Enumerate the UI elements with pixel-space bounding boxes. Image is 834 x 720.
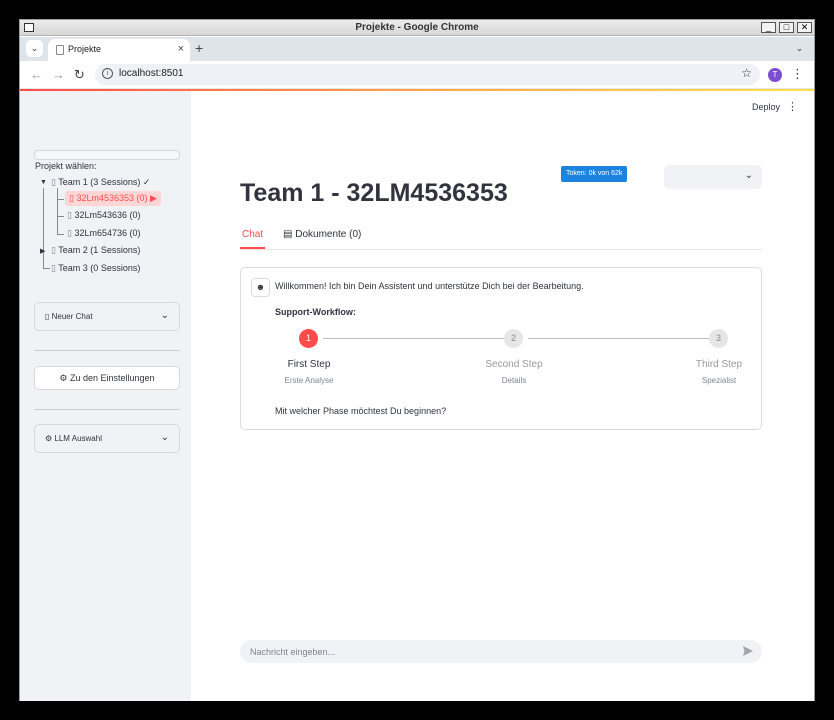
url-text[interactable]: localhost:8501 bbox=[119, 68, 184, 79]
settings-button[interactable]: ⚙ Zu den Einstellungen bbox=[34, 366, 180, 390]
chevron-down-icon: ⌄ bbox=[744, 170, 753, 181]
new-chat-expander[interactable]: ▯ Neuer Chat ⌄ bbox=[34, 302, 180, 331]
project-select-label: Projekt wählen: bbox=[35, 161, 97, 171]
tree-item-session2[interactable]: ▯ 32Lm543636 (0) bbox=[67, 210, 141, 221]
welcome-text: Willkommen! Ich bin Dein Assistent und u… bbox=[275, 281, 584, 291]
forward-arrow-icon[interactable]: → bbox=[52, 67, 65, 82]
active-tab-indicator bbox=[240, 247, 265, 249]
send-icon[interactable] bbox=[742, 645, 754, 657]
tree-connector bbox=[57, 199, 64, 200]
tree-item-session3[interactable]: ▯ 32Lm654736 (0) bbox=[67, 228, 141, 239]
tree-connector bbox=[43, 268, 50, 269]
step-3-circle[interactable]: 3 bbox=[709, 329, 728, 348]
tree-item-team1[interactable]: ▯ Team 1 (3 Sessions) ✓ bbox=[51, 177, 150, 188]
profile-avatar[interactable]: T bbox=[768, 68, 782, 82]
chat-message: ☻ Willkommen! Ich bin Dein Assistent und… bbox=[240, 267, 762, 430]
step-2-circle[interactable]: 2 bbox=[504, 329, 523, 348]
tab-chat[interactable]: Chat bbox=[242, 229, 263, 240]
llm-select-label: ⚙ LLM Auswahl bbox=[45, 434, 102, 443]
question-text: Mit welcher Phase möchtest Du beginnen? bbox=[275, 406, 447, 416]
content-tabs: Chat ▤ Dokumente (0) bbox=[240, 223, 762, 250]
step-connector bbox=[528, 338, 710, 339]
browser-toolbar: ← → ↻ i localhost:8501 ☆ T ⋮ bbox=[20, 61, 814, 89]
maximize-button[interactable]: □ bbox=[779, 22, 794, 33]
step-connector bbox=[323, 338, 506, 339]
tree-item-label: 32Lm543636 (0) bbox=[74, 210, 141, 220]
tree-connector bbox=[43, 188, 44, 268]
document-icon: ▯ bbox=[67, 228, 72, 238]
reload-icon[interactable]: ↻ bbox=[74, 67, 85, 83]
caret-right-icon[interactable]: ▶ bbox=[40, 247, 45, 255]
minimize-button[interactable]: _ bbox=[761, 22, 776, 33]
step-2-title: Second Step bbox=[485, 359, 543, 370]
chat-input-bar bbox=[240, 640, 762, 663]
site-info-icon[interactable]: i bbox=[102, 68, 113, 79]
chevron-down-icon: ⌄ bbox=[160, 432, 169, 443]
tree-item-team2[interactable]: ▯ Team 2 (1 Sessions) bbox=[51, 245, 140, 256]
tree-connector bbox=[57, 216, 64, 217]
deploy-button[interactable]: Deploy bbox=[752, 102, 780, 112]
window-title: Projekte - Google Chrome bbox=[355, 22, 479, 33]
new-chat-label: ▯ Neuer Chat bbox=[45, 312, 93, 321]
browser-menu-icon[interactable]: ⋮ bbox=[791, 66, 804, 82]
tree-item-team3[interactable]: ▯ Team 3 (0 Sessions) bbox=[51, 263, 140, 274]
close-tab-icon[interactable]: × bbox=[178, 43, 184, 55]
close-window-button[interactable]: ✕ bbox=[797, 22, 812, 33]
sidebar-search-field[interactable] bbox=[34, 150, 180, 160]
tab-documents-label: Dokumente (0) bbox=[295, 229, 362, 240]
main-content: Deploy ⋮ Token: 0k von 62k ⌄ Team 1 - 32… bbox=[191, 91, 814, 701]
new-tab-button[interactable]: + bbox=[195, 40, 203, 56]
page-title: Team 1 - 32LM4536353 bbox=[240, 179, 508, 207]
step-1-circle[interactable]: 1 bbox=[299, 329, 318, 348]
step-2-subtitle: Details bbox=[501, 376, 527, 385]
tab-list-dropdown[interactable]: ⌄ bbox=[791, 40, 808, 57]
folder-icon: ▯ bbox=[51, 263, 56, 273]
tree-item-session-selected[interactable]: ▯ 32Lm4536353 (0) ▶ bbox=[65, 191, 161, 206]
step-3-subtitle: Spezialist bbox=[701, 376, 737, 385]
folder-icon: ▯ bbox=[51, 177, 56, 187]
tab-documents[interactable]: ▤ Dokumente (0) bbox=[283, 229, 361, 240]
tab-strip: ⌄ Projekte × + ⌄ bbox=[20, 37, 814, 61]
step-1-subtitle: Erste Analyse bbox=[284, 376, 334, 385]
caret-down-icon[interactable]: ▼ bbox=[40, 179, 47, 186]
tree-connector bbox=[57, 234, 64, 235]
model-select[interactable]: ⌄ bbox=[664, 165, 762, 189]
llm-select-expander[interactable]: ⚙ LLM Auswahl ⌄ bbox=[34, 424, 180, 453]
back-arrow-icon[interactable]: ← bbox=[30, 67, 43, 82]
page-icon bbox=[56, 45, 64, 55]
tree-item-label: 32Lm4536353 (0) ▶ bbox=[76, 193, 157, 203]
address-bar[interactable]: i localhost:8501 ☆ bbox=[95, 64, 760, 85]
token-badge: Token: 0k von 62k bbox=[561, 166, 628, 182]
chevron-down-icon: ⌄ bbox=[160, 310, 169, 321]
sidebar-divider bbox=[34, 409, 180, 410]
browser-window: Projekte - Google Chrome _ □ ✕ ⌄ Projekt… bbox=[19, 19, 815, 701]
tree-item-label: Team 2 (1 Sessions) bbox=[58, 245, 141, 255]
chat-input[interactable] bbox=[250, 644, 730, 659]
streamlit-app: Projekt wählen: ▼ ▯ Team 1 (3 Sessions) … bbox=[20, 91, 814, 701]
assistant-avatar: ☻ bbox=[251, 278, 270, 297]
tree-item-label: Team 1 (3 Sessions) ✓ bbox=[58, 177, 151, 187]
tree-connector bbox=[57, 188, 58, 234]
app-menu-icon[interactable]: ⋮ bbox=[787, 100, 798, 113]
document-icon: ▯ bbox=[69, 193, 74, 203]
step-1-title: First Step bbox=[287, 359, 331, 370]
folder-icon: ▯ bbox=[51, 245, 56, 255]
sidebar: Projekt wählen: ▼ ▯ Team 1 (3 Sessions) … bbox=[20, 91, 191, 701]
browser-tab[interactable]: Projekte × bbox=[48, 39, 190, 61]
workflow-title: Support-Workflow: bbox=[275, 307, 356, 317]
tab-title: Projekte bbox=[68, 44, 102, 54]
step-3-title: Third Step bbox=[695, 359, 743, 370]
document-icon: ▯ bbox=[67, 210, 72, 220]
window-titlebar: Projekte - Google Chrome _ □ ✕ bbox=[20, 20, 814, 36]
sidebar-divider bbox=[34, 350, 180, 351]
new-chat-icon: ▯ bbox=[45, 312, 52, 321]
document-icon: ▤ bbox=[283, 229, 296, 240]
tree-item-label: Team 3 (0 Sessions) bbox=[58, 263, 141, 273]
tree-item-label: 32Lm654736 (0) bbox=[74, 228, 141, 238]
tab-search-button[interactable]: ⌄ bbox=[26, 40, 43, 57]
new-chat-text: Neuer Chat bbox=[51, 312, 93, 321]
bookmark-star-icon[interactable]: ☆ bbox=[741, 66, 752, 80]
